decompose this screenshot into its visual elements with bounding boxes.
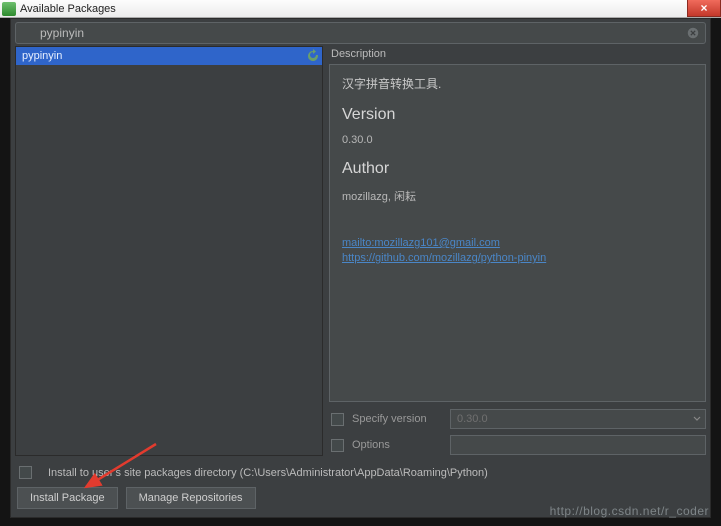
search-input[interactable]: [15, 22, 706, 44]
list-item[interactable]: pypinyin: [16, 47, 322, 65]
refresh-icon[interactable]: [305, 48, 321, 64]
results-pane: pypinyin: [15, 46, 323, 456]
options-label: Options: [352, 439, 450, 451]
body-split: pypinyin Description 汉字拼音转换工具. Version 0…: [11, 46, 710, 460]
app-icon: [2, 2, 16, 16]
results-list[interactable]: pypinyin: [15, 46, 323, 456]
list-item-label: pypinyin: [22, 50, 62, 62]
dialog-window: Available Packages × pypinyin: [0, 0, 721, 526]
close-icon: ×: [700, 1, 707, 15]
version-value: 0.30.0: [342, 134, 693, 146]
specify-version-value: 0.30.0: [457, 413, 488, 425]
install-package-button[interactable]: Install Package: [17, 487, 118, 509]
options-area: Specify version 0.30.0 Options: [329, 408, 706, 456]
dialog-body: pypinyin Description 汉字拼音转换工具. Version 0…: [10, 18, 711, 518]
options-input[interactable]: [450, 435, 706, 455]
description-label: Description: [329, 46, 706, 64]
chevron-down-icon: [693, 415, 701, 423]
version-heading: Version: [342, 106, 693, 124]
watermark: http://blog.csdn.net/r_coder: [550, 504, 709, 518]
search-wrap: [15, 22, 706, 44]
options-checkbox[interactable]: [331, 439, 344, 452]
description-box: 汉字拼音转换工具. Version 0.30.0 Author mozillaz…: [329, 64, 706, 402]
link-repo[interactable]: https://github.com/mozillazg/python-piny…: [342, 251, 693, 266]
description-summary: 汉字拼音转换工具.: [342, 75, 693, 92]
author-value: mozillazg, 闲耘: [342, 188, 693, 204]
author-heading: Author: [342, 160, 693, 178]
specify-version-select[interactable]: 0.30.0: [450, 409, 706, 429]
manage-repositories-button[interactable]: Manage Repositories: [126, 487, 256, 509]
specify-version-checkbox[interactable]: [331, 413, 344, 426]
options-row: Options: [329, 434, 706, 456]
install-to-user-checkbox[interactable]: [19, 466, 32, 479]
install-to-user-row: Install to user's site packages director…: [17, 466, 704, 479]
titlebar: Available Packages ×: [0, 0, 721, 18]
clear-icon[interactable]: [686, 26, 700, 40]
detail-pane: Description 汉字拼音转换工具. Version 0.30.0 Aut…: [329, 46, 706, 456]
install-to-user-label: Install to user's site packages director…: [48, 467, 488, 479]
specify-version-row: Specify version 0.30.0: [329, 408, 706, 430]
specify-version-label: Specify version: [352, 413, 450, 425]
link-email[interactable]: mailto:mozillazg101@gmail.com: [342, 236, 693, 251]
close-button[interactable]: ×: [687, 0, 721, 17]
search-row: [11, 19, 710, 46]
window-title: Available Packages: [20, 3, 116, 15]
